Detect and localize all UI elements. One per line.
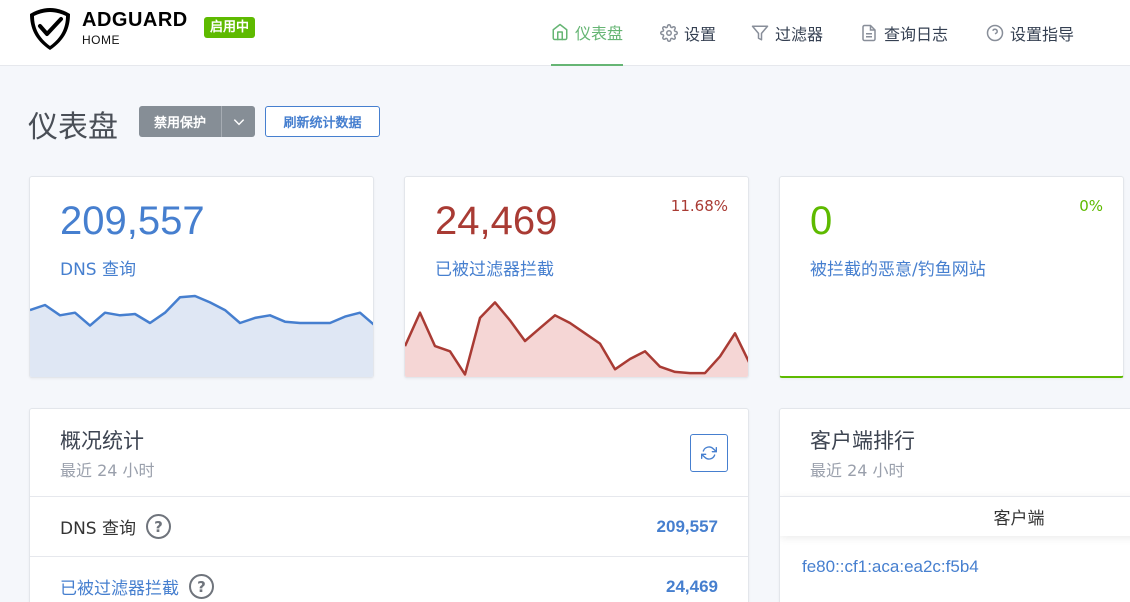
filter-icon: [751, 25, 769, 41]
client-item[interactable]: fe80::cf1:aca:ea2c:f5b4: [802, 557, 979, 577]
sparkline-area: [405, 302, 748, 377]
refresh-stats-button[interactable]: 刷新统计数据: [265, 106, 380, 137]
stat-label: 被拦截的恶意/钓鱼网站: [810, 260, 986, 280]
row-value: 24,469: [666, 576, 718, 596]
row-label: DNS 查询 ?: [60, 514, 172, 539]
top-clients-card: 客户端排行 最近 24 小时 客户端 fe80::cf1:aca:ea2c:f5…: [779, 408, 1130, 602]
nav-item-settings[interactable]: 设置: [660, 0, 716, 66]
nav-item-filters[interactable]: 过滤器: [751, 0, 823, 66]
nav-item-setup-guide[interactable]: 设置指导: [986, 0, 1074, 66]
stat-label: 已被过滤器拦截: [435, 260, 554, 280]
overview-subtitle: 最近 24 小时: [60, 461, 155, 480]
row-label-text[interactable]: 已被过滤器拦截: [60, 574, 179, 599]
stat-percent: 0%: [1079, 197, 1103, 215]
clients-column-header[interactable]: 客户端: [780, 496, 1130, 536]
nav-label: 查询日志: [884, 25, 949, 44]
brand-name: ADGUARD: [82, 9, 188, 31]
nav-label: 仪表盘: [575, 24, 624, 43]
refresh-button[interactable]: [690, 434, 728, 472]
help-icon[interactable]: ?: [146, 514, 172, 539]
overview-card: 概况统计 最近 24 小时 DNS 查询 ? 209,557 已被过滤器拦截 ?…: [29, 408, 749, 602]
overview-title: 概况统计: [60, 429, 144, 453]
table-row: DNS 查询 ? 209,557: [30, 496, 748, 556]
top-clients-title: 客户端排行: [810, 429, 915, 453]
sparkline-dns-queries: [30, 294, 373, 377]
stat-card-dns-queries: 209,557 DNS 查询: [29, 176, 374, 378]
nav-label: 设置: [684, 25, 717, 44]
disable-protection-label: 禁用保护: [139, 106, 222, 137]
table-row: 已被过滤器拦截 ? 24,469: [30, 556, 748, 602]
dropdown-toggle[interactable]: [222, 106, 255, 137]
row-label-text: DNS 查询: [60, 519, 137, 539]
stat-card-blocked-malware: 0 被拦截的恶意/钓鱼网站 0%: [779, 176, 1124, 378]
gear-icon: [660, 24, 678, 42]
nav-item-dashboard[interactable]: 仪表盘: [551, 0, 624, 66]
stat-value: 24,469: [435, 199, 558, 243]
brand[interactable]: ADGUARD HOME: [82, 10, 188, 46]
stat-card-blocked-filters: 24,469 已被过滤器拦截 11.68%: [404, 176, 749, 378]
refresh-icon: [701, 446, 717, 460]
help-icon[interactable]: ?: [189, 574, 214, 599]
nav-item-query-log[interactable]: 查询日志: [860, 0, 948, 66]
status-badge: 启用中: [204, 17, 256, 38]
brand-sub: HOME: [82, 33, 120, 47]
adguard-shield-logo[interactable]: [28, 6, 72, 50]
page-title: 仪表盘: [28, 110, 118, 145]
nav-label: 设置指导: [1010, 25, 1075, 44]
sparkline-area: [30, 296, 373, 377]
nav-label: 过滤器: [775, 25, 824, 44]
stat-percent: 11.68%: [670, 197, 728, 215]
chevron-down-icon: [233, 118, 244, 125]
row-label: 已被过滤器拦截 ?: [60, 574, 214, 599]
stat-value: 209,557: [60, 199, 205, 243]
stat-label: DNS 查询: [60, 260, 137, 280]
help-circle-icon: [986, 24, 1004, 42]
stat-value: 0: [810, 199, 833, 243]
home-icon: [552, 23, 568, 41]
disable-protection-button[interactable]: 禁用保护: [139, 106, 255, 137]
sparkline-blocked-filters: [405, 301, 748, 377]
top-clients-subtitle: 最近 24 小时: [810, 461, 905, 480]
document-icon: [862, 24, 876, 42]
top-header: ADGUARD HOME 启用中 仪表盘 设置 过滤器 查询日志 设置指导: [0, 0, 1130, 66]
row-value: 209,557: [656, 516, 718, 536]
